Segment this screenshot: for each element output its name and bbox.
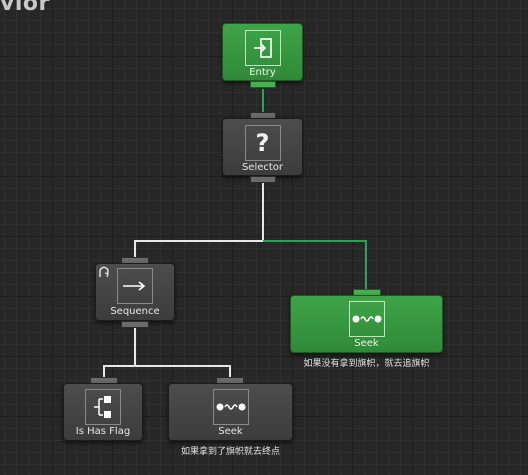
entry-node[interactable]: Entry xyxy=(222,23,303,81)
seek-icon xyxy=(348,301,385,337)
seek-right-comment: 如果没有拿到旗帜，就去追旗帜 xyxy=(303,359,430,369)
sequence-label: Sequence xyxy=(110,306,160,317)
sequence-output-port[interactable] xyxy=(121,321,149,328)
conditional-abort-icon xyxy=(99,266,109,278)
wire-selector-sequence xyxy=(134,183,264,257)
selector-node[interactable]: ? Selector xyxy=(222,118,303,176)
seek-left-node[interactable]: Seek xyxy=(168,383,293,441)
seek-icon xyxy=(212,389,249,425)
conditional-icon xyxy=(85,389,121,425)
wire-selector-seek xyxy=(263,240,367,289)
entry-output-port[interactable] xyxy=(250,81,276,88)
sequence-node[interactable]: Sequence xyxy=(95,263,175,321)
seek-left-comment: 如果拿到了旗帜就去终点 xyxy=(180,447,280,457)
behavior-graph-canvas[interactable]: vior Entry ? Selector Sequence Seek 如果没有… xyxy=(0,0,528,475)
question-icon: ? xyxy=(244,125,281,161)
selector-output-port[interactable] xyxy=(250,176,276,183)
wire-sequence-children xyxy=(103,327,231,377)
seek-right-node[interactable]: Seek xyxy=(290,295,443,353)
is-has-flag-label: Is Has Flag xyxy=(75,426,131,437)
is-has-flag-node[interactable]: Is Has Flag xyxy=(63,383,143,441)
seek-left-label: Seek xyxy=(218,426,243,437)
sequence-arrow-icon xyxy=(117,268,153,304)
entry-icon xyxy=(244,30,281,66)
seek-right-label: Seek xyxy=(354,338,379,349)
selector-label: Selector xyxy=(241,162,284,173)
entry-label: Entry xyxy=(249,67,276,78)
